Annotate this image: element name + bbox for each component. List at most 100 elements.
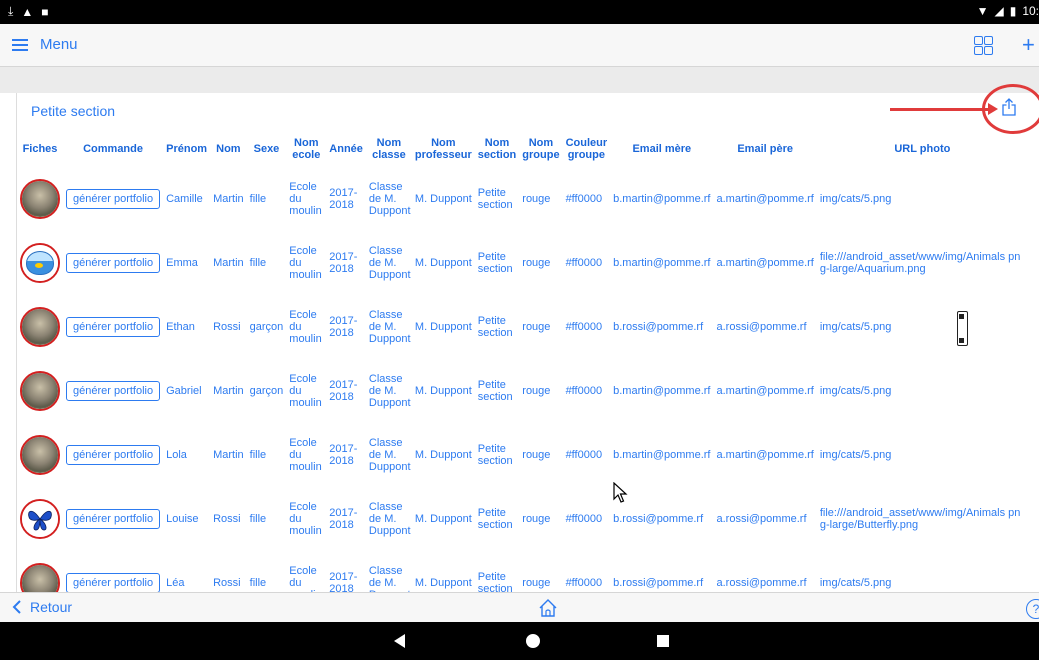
generate-portfolio-button[interactable]: générer portfolio bbox=[66, 189, 161, 209]
status-bar: ⤓ ▲ ■ ▼ ◢ ▮ 10: bbox=[0, 0, 1039, 24]
group-color-cell: #ff0000 bbox=[565, 385, 603, 397]
last-name-cell: Martin bbox=[213, 449, 244, 461]
mother-email-cell: b.martin@pomme.rf bbox=[613, 449, 711, 461]
column-header: Nom classe bbox=[372, 137, 406, 161]
child-photo-avatar[interactable] bbox=[20, 371, 60, 411]
wifi-icon: ▼ bbox=[976, 4, 989, 18]
child-photo-avatar[interactable] bbox=[20, 243, 60, 283]
photo-url-cell: img/cats/5.png bbox=[819, 385, 892, 397]
last-name-cell: Martin bbox=[213, 257, 244, 269]
child-photo-avatar[interactable] bbox=[20, 179, 60, 219]
help-icon[interactable]: ? bbox=[1026, 599, 1039, 619]
sex-cell: fille bbox=[249, 577, 267, 589]
sex-cell: fille bbox=[249, 193, 267, 205]
section-cell: Petite section bbox=[477, 315, 513, 339]
section-cell: Petite section bbox=[477, 251, 513, 275]
group-color-cell: #ff0000 bbox=[565, 513, 603, 525]
child-photo-avatar[interactable] bbox=[20, 307, 60, 347]
generate-portfolio-button[interactable]: générer portfolio bbox=[66, 573, 161, 592]
aquarium-icon bbox=[22, 245, 58, 281]
column-header: Nom ecole bbox=[292, 137, 321, 161]
signal-icon: ◢ bbox=[994, 4, 1004, 18]
grid-icon[interactable] bbox=[974, 36, 993, 55]
sex-cell: garçon bbox=[249, 321, 284, 333]
teacher-cell: M. Duppont bbox=[414, 321, 472, 333]
photo-url-cell: img/cats/5.png bbox=[819, 193, 892, 205]
group-color-cell: #ff0000 bbox=[565, 321, 603, 333]
mouse-cursor-icon bbox=[613, 482, 628, 503]
command-cell: générer portfolio bbox=[63, 231, 163, 295]
first-name-cell: Gabriel bbox=[166, 385, 202, 397]
menu-label: Menu bbox=[40, 36, 78, 53]
group-cell: rouge bbox=[522, 449, 551, 461]
column-header: Fiches bbox=[22, 143, 58, 155]
child-photo-avatar[interactable] bbox=[20, 563, 60, 592]
group-cell: rouge bbox=[522, 321, 551, 333]
command-cell: générer portfolio bbox=[63, 359, 163, 423]
school-cell: Ecole du moulin bbox=[289, 501, 322, 537]
column-header: Nom section bbox=[477, 137, 517, 161]
column-header: Nom bbox=[216, 143, 241, 155]
class-cell: Classe de M. Duppont bbox=[368, 245, 411, 281]
section-cell: Petite section bbox=[477, 379, 513, 403]
first-name-cell: Léa bbox=[166, 577, 185, 589]
home-icon[interactable] bbox=[538, 598, 558, 618]
table-row: générer portfolio Gabriel Martin garçon Ecol… bbox=[17, 359, 1028, 423]
section-cell: Petite section bbox=[477, 571, 513, 592]
group-color-cell: #ff0000 bbox=[565, 193, 603, 205]
generate-portfolio-button[interactable]: générer portfolio bbox=[66, 445, 161, 465]
cat-photo-icon bbox=[22, 309, 58, 345]
plus-icon[interactable]: + bbox=[1022, 32, 1035, 58]
child-photo-avatar[interactable] bbox=[20, 435, 60, 475]
nav-back-icon[interactable] bbox=[394, 634, 405, 648]
status-time: 10: bbox=[1022, 4, 1039, 18]
back-button[interactable]: Retour bbox=[12, 599, 72, 615]
sex-cell: fille bbox=[249, 513, 267, 525]
scroll-handle[interactable] bbox=[957, 311, 968, 346]
class-cell: Classe de M. Duppont bbox=[368, 437, 411, 473]
nav-recent-icon[interactable] bbox=[657, 635, 669, 647]
column-header: Couleur groupe bbox=[565, 137, 608, 161]
cat-photo-icon bbox=[22, 373, 58, 409]
column-header: Nom professeur bbox=[414, 137, 472, 161]
generate-portfolio-button[interactable]: générer portfolio bbox=[66, 509, 161, 529]
menu-button[interactable]: Menu bbox=[12, 36, 78, 53]
mother-email-cell: b.rossi@pomme.rf bbox=[613, 321, 704, 333]
download-icon: ⤓ bbox=[8, 4, 14, 18]
group-cell: rouge bbox=[522, 257, 551, 269]
section-cell: Petite section bbox=[477, 507, 513, 531]
column-header: Sexe bbox=[253, 143, 280, 155]
photo-cell bbox=[17, 167, 63, 231]
column-header: Nom groupe bbox=[522, 137, 560, 161]
cat-photo-icon bbox=[22, 565, 58, 592]
school-cell: Ecole du moulin bbox=[289, 309, 322, 345]
toolbar-spacer bbox=[0, 67, 1039, 93]
year-cell: 2017-2018 bbox=[329, 251, 358, 275]
table-body: générer portfolio Camille Martin fille Ecole… bbox=[17, 167, 1028, 592]
chevron-left-icon bbox=[12, 600, 21, 614]
bottom-bar: Retour ? bbox=[0, 592, 1039, 623]
hamburger-icon bbox=[12, 38, 28, 51]
annotation-circle bbox=[982, 84, 1039, 134]
photo-cell bbox=[17, 295, 63, 359]
generate-portfolio-button[interactable]: générer portfolio bbox=[66, 381, 161, 401]
group-color-cell: #ff0000 bbox=[565, 449, 603, 461]
class-cell: Classe de M. Duppont bbox=[368, 181, 411, 217]
table-row: générer portfolio Ethan Rossi garçon Ecole d… bbox=[17, 295, 1028, 359]
table-row: générer portfolio Lola Martin fille Ecole du… bbox=[17, 423, 1028, 487]
sex-cell: fille bbox=[249, 257, 267, 269]
nav-home-icon[interactable] bbox=[526, 634, 540, 648]
children-table: Fiches Commande Prénom Nom Sexe Nom ecole Anné… bbox=[17, 131, 1028, 592]
column-header: Commande bbox=[83, 143, 143, 155]
class-cell: Classe de M. Duppont bbox=[368, 373, 411, 409]
generate-portfolio-button[interactable]: générer portfolio bbox=[66, 317, 161, 337]
child-photo-avatar[interactable] bbox=[20, 499, 60, 539]
table-row: générer portfolio Léa Rossi fille Ecole du m… bbox=[17, 551, 1028, 592]
first-name-cell: Louise bbox=[166, 513, 199, 525]
command-cell: générer portfolio bbox=[63, 487, 163, 551]
help-label: ? bbox=[1032, 602, 1039, 616]
annotation-arrow bbox=[890, 103, 998, 115]
photo-cell bbox=[17, 423, 63, 487]
generate-portfolio-button[interactable]: générer portfolio bbox=[66, 253, 161, 273]
sex-cell: garçon bbox=[249, 385, 284, 397]
